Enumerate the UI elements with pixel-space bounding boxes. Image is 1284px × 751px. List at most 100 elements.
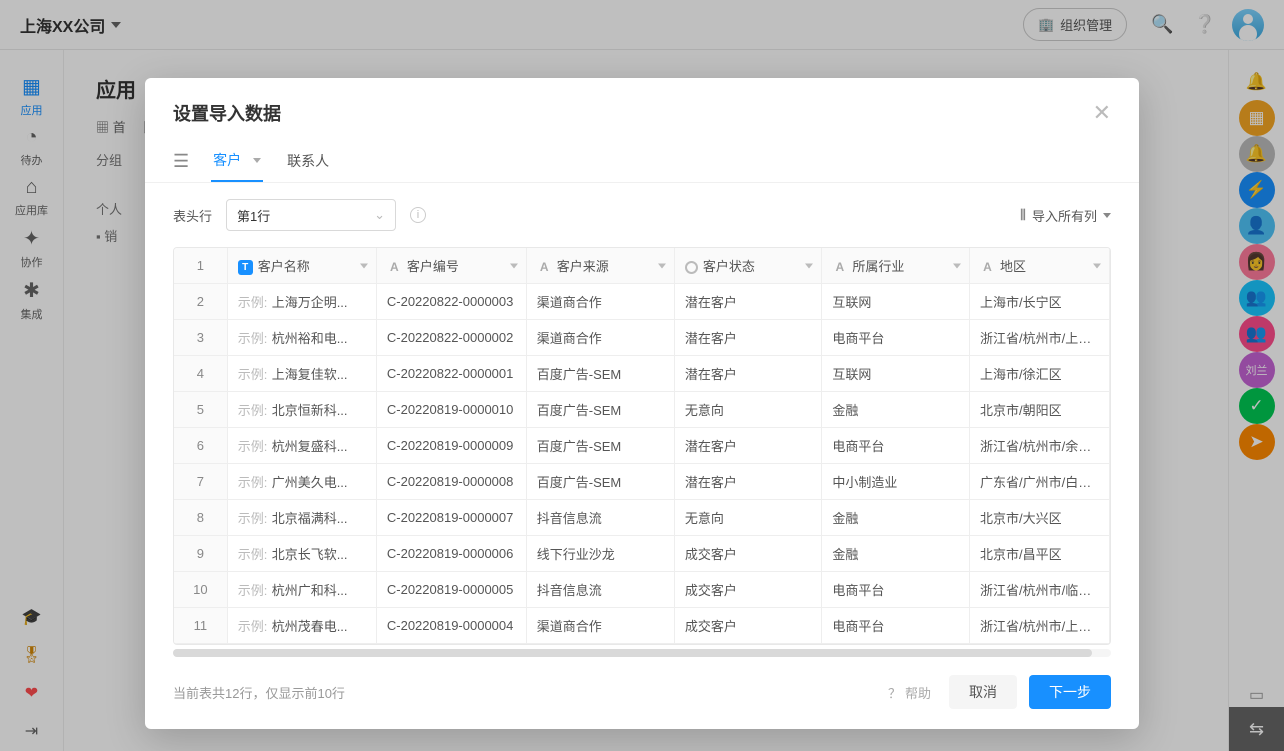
column-header[interactable]: A地区	[970, 248, 1110, 284]
cell-source: 百度广告-SEM	[526, 428, 674, 464]
cell-industry: 电商平台	[822, 428, 970, 464]
scrollbar-thumb[interactable]	[173, 649, 1092, 657]
footer-note: 当前表共12行，仅显示前10行	[173, 683, 345, 702]
cell-code: C-20220819-0000005	[376, 572, 526, 608]
chevron-down-icon[interactable]	[658, 263, 666, 268]
cell-region: 北京市/昌平区	[970, 536, 1110, 572]
chevron-down-icon: ⌄	[374, 207, 385, 223]
cell-name: 示例:广州美久电...	[227, 464, 376, 500]
cell-source: 线下行业沙龙	[526, 536, 674, 572]
text-type-icon: A	[387, 260, 402, 275]
row-number: 3	[174, 320, 227, 356]
tab-contact-label: 联系人	[287, 151, 329, 171]
hamburger-icon[interactable]: ☰	[173, 151, 189, 172]
row-number: 10	[174, 572, 227, 608]
cell-region: 广东省/广州市/白云区	[970, 464, 1110, 500]
cell-region: 浙江省/杭州市/临安区	[970, 572, 1110, 608]
chevron-down-icon[interactable]	[805, 263, 813, 268]
cell-source: 百度广告-SEM	[526, 392, 674, 428]
table-row: 8示例:北京福满科...C-20220819-0000007抖音信息流无意向金融…	[174, 500, 1110, 536]
text-type-icon: T	[238, 260, 253, 275]
tab-contact[interactable]: 联系人	[285, 141, 331, 181]
import-modal: 设置导入数据 ✕ ☰ 客户 联系人 表头行 第1行 ⌄ i ⫼ 导入所有列 1T…	[145, 78, 1139, 729]
cell-source: 渠道商合作	[526, 284, 674, 320]
table-row: 9示例:北京长飞软...C-20220819-0000006线下行业沙龙成交客户…	[174, 536, 1110, 572]
column-label: 客户状态	[703, 259, 755, 274]
cell-source: 抖音信息流	[526, 572, 674, 608]
chevron-down-icon[interactable]	[510, 263, 518, 268]
header-row-label: 表头行	[173, 206, 212, 225]
cell-status: 潜在客户	[674, 464, 822, 500]
cell-code: C-20220822-0000003	[376, 284, 526, 320]
cell-source: 渠道商合作	[526, 320, 674, 356]
cell-code: C-20220822-0000002	[376, 320, 526, 356]
cell-industry: 互联网	[822, 356, 970, 392]
table-row: 2示例:上海万企明...C-20220822-0000003渠道商合作潜在客户互…	[174, 284, 1110, 320]
tab-customer[interactable]: 客户	[211, 140, 263, 182]
cell-industry: 金融	[822, 536, 970, 572]
cell-industry: 中小制造业	[822, 464, 970, 500]
row-number: 5	[174, 392, 227, 428]
column-header[interactable]: A所属行业	[822, 248, 970, 284]
cell-status: 潜在客户	[674, 428, 822, 464]
chevron-down-icon	[1103, 213, 1111, 218]
tab-customer-label: 客户	[213, 150, 241, 170]
row-number-header: 1	[174, 248, 227, 284]
column-header[interactable]: 客户状态	[674, 248, 822, 284]
cell-region: 浙江省/杭州市/上城区	[970, 608, 1110, 644]
table-row: 4示例:上海复佳软...C-20220822-0000001百度广告-SEM潜在…	[174, 356, 1110, 392]
column-label: 客户来源	[557, 259, 609, 274]
horizontal-scrollbar[interactable]	[173, 649, 1111, 657]
chevron-down-icon	[253, 158, 261, 163]
column-header[interactable]: A 客户来源	[526, 248, 674, 284]
cell-code: C-20220819-0000006	[376, 536, 526, 572]
help-label: 帮助	[905, 683, 931, 702]
header-row-select[interactable]: 第1行 ⌄	[226, 199, 396, 231]
help-link[interactable]: ？ 帮助	[888, 683, 931, 702]
import-all-columns-button[interactable]: ⫼ 导入所有列	[1020, 206, 1111, 225]
cell-name: 示例:北京长飞软...	[227, 536, 376, 572]
header-row-value: 第1行	[237, 206, 270, 225]
next-button[interactable]: 下一步	[1029, 675, 1111, 709]
cell-status: 潜在客户	[674, 320, 822, 356]
table-row: 7示例:广州美久电...C-20220819-0000008百度广告-SEM潜在…	[174, 464, 1110, 500]
text-type-icon: A	[537, 260, 552, 275]
cell-code: C-20220819-0000010	[376, 392, 526, 428]
cell-industry: 电商平台	[822, 572, 970, 608]
column-header[interactable]: T客户名称	[227, 248, 376, 284]
cell-name: 示例:北京恒新科...	[227, 392, 376, 428]
cell-region: 北京市/大兴区	[970, 500, 1110, 536]
import-preview-table: 1T客户名称A客户编号A客户来源客户状态A所属行业A地区 2示例:上海万企明..…	[174, 248, 1110, 644]
cell-name: 示例:杭州裕和电...	[227, 320, 376, 356]
table-row: 11示例:杭州茂春电...C-20220819-0000004渠道商合作成交客户…	[174, 608, 1110, 644]
cell-source: 渠道商合作	[526, 608, 674, 644]
cell-industry: 金融	[822, 500, 970, 536]
cell-region: 浙江省/杭州市/上城区	[970, 320, 1110, 356]
row-number: 6	[174, 428, 227, 464]
cell-region: 上海市/徐汇区	[970, 356, 1110, 392]
chevron-down-icon[interactable]	[1093, 263, 1101, 268]
cell-code: C-20220819-0000004	[376, 608, 526, 644]
column-header[interactable]: A客户编号	[376, 248, 526, 284]
status-type-icon	[685, 261, 698, 274]
chevron-down-icon[interactable]	[953, 263, 961, 268]
cell-name: 示例:杭州广和科...	[227, 572, 376, 608]
cell-status: 成交客户	[674, 572, 822, 608]
table-row: 10示例:杭州广和科...C-20220819-0000005抖音信息流成交客户…	[174, 572, 1110, 608]
cell-region: 北京市/朝阳区	[970, 392, 1110, 428]
chevron-down-icon[interactable]	[360, 263, 368, 268]
cell-industry: 电商平台	[822, 320, 970, 356]
cell-status: 成交客户	[674, 536, 822, 572]
cancel-button[interactable]: 取消	[949, 675, 1017, 709]
row-number: 2	[174, 284, 227, 320]
cell-code: C-20220822-0000001	[376, 356, 526, 392]
cell-source: 百度广告-SEM	[526, 356, 674, 392]
row-number: 11	[174, 608, 227, 644]
close-icon[interactable]: ✕	[1093, 102, 1111, 124]
row-number: 9	[174, 536, 227, 572]
columns-icon: ⫼	[1020, 207, 1026, 223]
table-row: 5示例:北京恒新科...C-20220819-0000010百度广告-SEM无意…	[174, 392, 1110, 428]
cell-source: 百度广告-SEM	[526, 464, 674, 500]
cell-source: 抖音信息流	[526, 500, 674, 536]
info-icon[interactable]: i	[410, 207, 426, 223]
